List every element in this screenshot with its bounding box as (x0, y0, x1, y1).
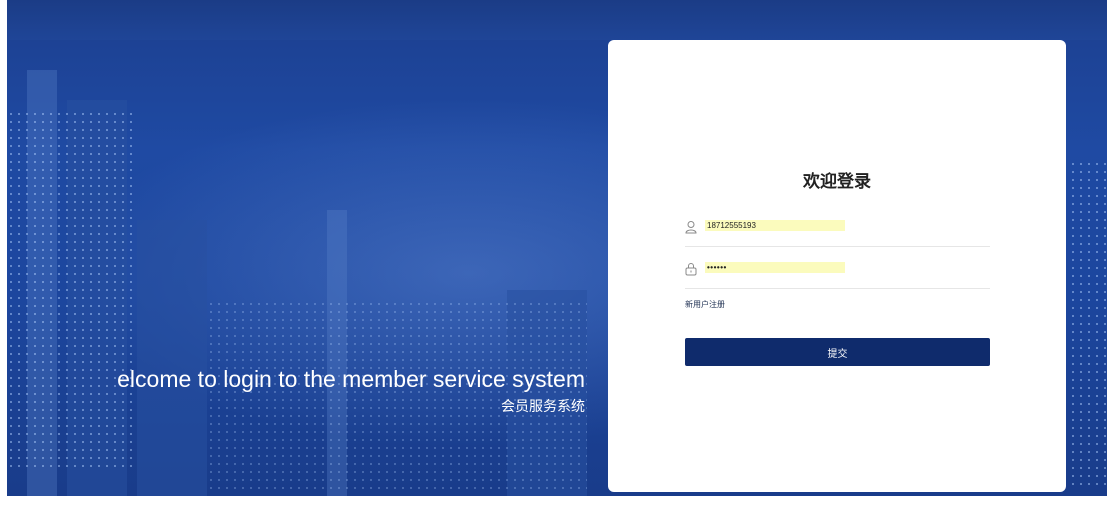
city-lights (7, 110, 137, 470)
username-input[interactable]: 18712555193 (705, 220, 845, 231)
welcome-subheading-cn: 会员服务系统 (501, 398, 585, 414)
login-title: 欢迎登录 (803, 172, 871, 191)
city-lights (207, 300, 587, 490)
city-lights (1069, 160, 1107, 490)
password-field[interactable]: •••••• (685, 258, 990, 289)
lock-icon (685, 262, 697, 276)
login-page: elcome to login to the member service sy… (0, 0, 1107, 510)
password-input[interactable]: •••••• (705, 262, 845, 273)
login-card: 欢迎登录 18712555193 •••••• 新用户注册 提交 (608, 40, 1066, 492)
building (137, 220, 207, 496)
submit-button[interactable]: 提交 (685, 338, 990, 366)
register-link[interactable]: 新用户注册 (685, 299, 725, 310)
username-field[interactable]: 18712555193 (685, 216, 990, 247)
user-icon (685, 220, 697, 234)
left-edge (0, 0, 7, 510)
welcome-heading-en: elcome to login to the member service sy… (117, 366, 585, 392)
